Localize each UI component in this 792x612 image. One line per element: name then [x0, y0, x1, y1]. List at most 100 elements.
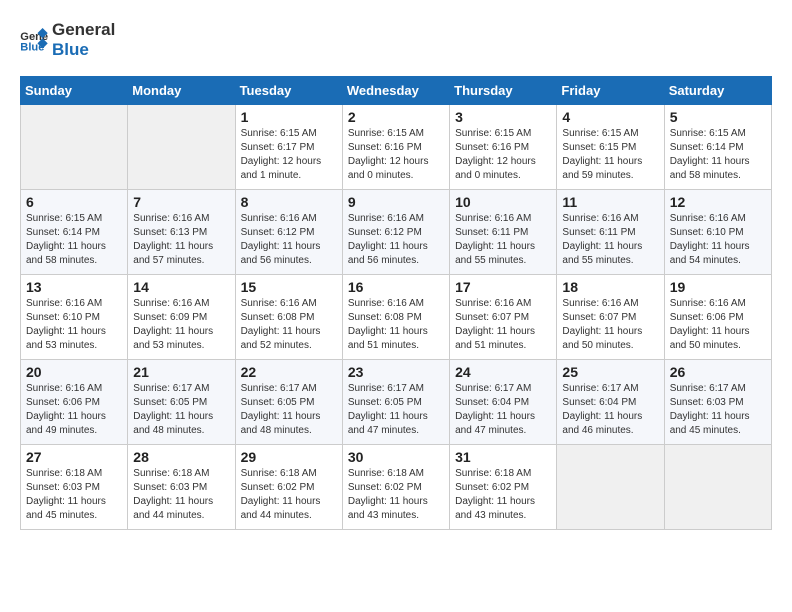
day-number: 10	[455, 194, 551, 210]
day-number: 1	[241, 109, 337, 125]
day-number: 29	[241, 449, 337, 465]
calendar-cell	[557, 444, 664, 529]
calendar-week-1: 1 Sunrise: 6:15 AM Sunset: 6:17 PM Daylig…	[21, 104, 772, 189]
day-info: Sunrise: 6:16 AM Sunset: 6:11 PM Dayligh…	[562, 212, 658, 268]
day-info: Sunrise: 6:16 AM Sunset: 6:13 PM Dayligh…	[133, 212, 229, 268]
day-number: 21	[133, 364, 229, 380]
calendar-cell: 4 Sunrise: 6:15 AM Sunset: 6:15 PM Daylig…	[557, 104, 664, 189]
day-number: 27	[26, 449, 122, 465]
calendar-cell: 19 Sunrise: 6:16 AM Sunset: 6:06 PM Dayli…	[664, 274, 771, 359]
calendar-cell: 6 Sunrise: 6:15 AM Sunset: 6:14 PM Daylig…	[21, 189, 128, 274]
day-number: 9	[348, 194, 444, 210]
day-info: Sunrise: 6:17 AM Sunset: 6:05 PM Dayligh…	[133, 382, 229, 438]
calendar-cell: 13 Sunrise: 6:16 AM Sunset: 6:10 PM Dayli…	[21, 274, 128, 359]
calendar-cell: 29 Sunrise: 6:18 AM Sunset: 6:02 PM Dayli…	[235, 444, 342, 529]
day-number: 25	[562, 364, 658, 380]
day-info: Sunrise: 6:18 AM Sunset: 6:02 PM Dayligh…	[348, 467, 444, 523]
calendar-cell: 2 Sunrise: 6:15 AM Sunset: 6:16 PM Daylig…	[342, 104, 449, 189]
logo-icon: General Blue	[20, 28, 48, 52]
day-number: 23	[348, 364, 444, 380]
calendar-cell: 31 Sunrise: 6:18 AM Sunset: 6:02 PM Dayli…	[450, 444, 557, 529]
calendar-week-2: 6 Sunrise: 6:15 AM Sunset: 6:14 PM Daylig…	[21, 189, 772, 274]
calendar-cell: 8 Sunrise: 6:16 AM Sunset: 6:12 PM Daylig…	[235, 189, 342, 274]
day-number: 16	[348, 279, 444, 295]
calendar-cell: 10 Sunrise: 6:16 AM Sunset: 6:11 PM Dayli…	[450, 189, 557, 274]
day-number: 18	[562, 279, 658, 295]
calendar-cell: 28 Sunrise: 6:18 AM Sunset: 6:03 PM Dayli…	[128, 444, 235, 529]
day-info: Sunrise: 6:18 AM Sunset: 6:02 PM Dayligh…	[455, 467, 551, 523]
day-info: Sunrise: 6:18 AM Sunset: 6:02 PM Dayligh…	[241, 467, 337, 523]
day-number: 6	[26, 194, 122, 210]
day-number: 15	[241, 279, 337, 295]
calendar-body: 1 Sunrise: 6:15 AM Sunset: 6:17 PM Daylig…	[21, 104, 772, 529]
day-info: Sunrise: 6:17 AM Sunset: 6:05 PM Dayligh…	[348, 382, 444, 438]
day-info: Sunrise: 6:16 AM Sunset: 6:08 PM Dayligh…	[348, 297, 444, 353]
day-info: Sunrise: 6:16 AM Sunset: 6:10 PM Dayligh…	[26, 297, 122, 353]
day-number: 28	[133, 449, 229, 465]
weekday-thursday: Thursday	[450, 76, 557, 104]
calendar-cell: 20 Sunrise: 6:16 AM Sunset: 6:06 PM Dayli…	[21, 359, 128, 444]
day-info: Sunrise: 6:18 AM Sunset: 6:03 PM Dayligh…	[133, 467, 229, 523]
weekday-tuesday: Tuesday	[235, 76, 342, 104]
day-info: Sunrise: 6:16 AM Sunset: 6:09 PM Dayligh…	[133, 297, 229, 353]
day-number: 24	[455, 364, 551, 380]
day-number: 8	[241, 194, 337, 210]
calendar-cell: 18 Sunrise: 6:16 AM Sunset: 6:07 PM Dayli…	[557, 274, 664, 359]
day-info: Sunrise: 6:16 AM Sunset: 6:06 PM Dayligh…	[26, 382, 122, 438]
day-info: Sunrise: 6:16 AM Sunset: 6:07 PM Dayligh…	[455, 297, 551, 353]
weekday-saturday: Saturday	[664, 76, 771, 104]
day-info: Sunrise: 6:16 AM Sunset: 6:08 PM Dayligh…	[241, 297, 337, 353]
day-info: Sunrise: 6:17 AM Sunset: 6:04 PM Dayligh…	[562, 382, 658, 438]
day-info: Sunrise: 6:15 AM Sunset: 6:17 PM Dayligh…	[241, 127, 337, 183]
calendar-cell: 9Sunrise: 6:16 AM Sunset: 6:12 PM Daylig…	[342, 189, 449, 274]
page-header: General Blue General Blue	[20, 20, 772, 61]
day-number: 11	[562, 194, 658, 210]
day-number: 2	[348, 109, 444, 125]
calendar-cell: 25 Sunrise: 6:17 AM Sunset: 6:04 PM Dayli…	[557, 359, 664, 444]
day-info: Sunrise: 6:15 AM Sunset: 6:16 PM Dayligh…	[455, 127, 551, 183]
calendar-cell: 22 Sunrise: 6:17 AM Sunset: 6:05 PM Dayli…	[235, 359, 342, 444]
day-info: Sunrise: 6:16 AM Sunset: 6:07 PM Dayligh…	[562, 297, 658, 353]
day-info: Sunrise: 6:15 AM Sunset: 6:15 PM Dayligh…	[562, 127, 658, 183]
calendar-cell: 5Sunrise: 6:15 AM Sunset: 6:14 PM Daylig…	[664, 104, 771, 189]
calendar-cell	[21, 104, 128, 189]
day-number: 19	[670, 279, 766, 295]
weekday-wednesday: Wednesday	[342, 76, 449, 104]
day-number: 12	[670, 194, 766, 210]
calendar-cell: 30Sunrise: 6:18 AM Sunset: 6:02 PM Dayli…	[342, 444, 449, 529]
logo-general: General	[52, 20, 115, 40]
weekday-sunday: Sunday	[21, 76, 128, 104]
calendar-cell: 24 Sunrise: 6:17 AM Sunset: 6:04 PM Dayli…	[450, 359, 557, 444]
day-number: 13	[26, 279, 122, 295]
day-number: 7	[133, 194, 229, 210]
calendar-header: SundayMondayTuesdayWednesdayThursdayFrid…	[21, 76, 772, 104]
day-number: 4	[562, 109, 658, 125]
day-number: 22	[241, 364, 337, 380]
day-number: 3	[455, 109, 551, 125]
calendar-cell: 14Sunrise: 6:16 AM Sunset: 6:09 PM Dayli…	[128, 274, 235, 359]
day-info: Sunrise: 6:16 AM Sunset: 6:12 PM Dayligh…	[241, 212, 337, 268]
calendar-cell: 3 Sunrise: 6:15 AM Sunset: 6:16 PM Daylig…	[450, 104, 557, 189]
calendar-cell	[664, 444, 771, 529]
calendar-cell	[128, 104, 235, 189]
logo-blue: Blue	[52, 40, 115, 60]
day-info: Sunrise: 6:18 AM Sunset: 6:03 PM Dayligh…	[26, 467, 122, 523]
day-info: Sunrise: 6:15 AM Sunset: 6:14 PM Dayligh…	[26, 212, 122, 268]
day-info: Sunrise: 6:16 AM Sunset: 6:11 PM Dayligh…	[455, 212, 551, 268]
calendar-week-5: 27 Sunrise: 6:18 AM Sunset: 6:03 PM Dayli…	[21, 444, 772, 529]
day-number: 17	[455, 279, 551, 295]
calendar-cell: 26Sunrise: 6:17 AM Sunset: 6:03 PM Dayli…	[664, 359, 771, 444]
day-info: Sunrise: 6:17 AM Sunset: 6:03 PM Dayligh…	[670, 382, 766, 438]
calendar-cell: 12 Sunrise: 6:16 AM Sunset: 6:10 PM Dayli…	[664, 189, 771, 274]
calendar-cell: 21 Sunrise: 6:17 AM Sunset: 6:05 PM Dayli…	[128, 359, 235, 444]
day-number: 20	[26, 364, 122, 380]
day-info: Sunrise: 6:17 AM Sunset: 6:04 PM Dayligh…	[455, 382, 551, 438]
day-info: Sunrise: 6:16 AM Sunset: 6:06 PM Dayligh…	[670, 297, 766, 353]
weekday-friday: Friday	[557, 76, 664, 104]
calendar-cell: 16 Sunrise: 6:16 AM Sunset: 6:08 PM Dayli…	[342, 274, 449, 359]
day-info: Sunrise: 6:17 AM Sunset: 6:05 PM Dayligh…	[241, 382, 337, 438]
day-info: Sunrise: 6:15 AM Sunset: 6:16 PM Dayligh…	[348, 127, 444, 183]
day-number: 31	[455, 449, 551, 465]
day-info: Sunrise: 6:16 AM Sunset: 6:10 PM Dayligh…	[670, 212, 766, 268]
day-info: Sunrise: 6:15 AM Sunset: 6:14 PM Dayligh…	[670, 127, 766, 183]
